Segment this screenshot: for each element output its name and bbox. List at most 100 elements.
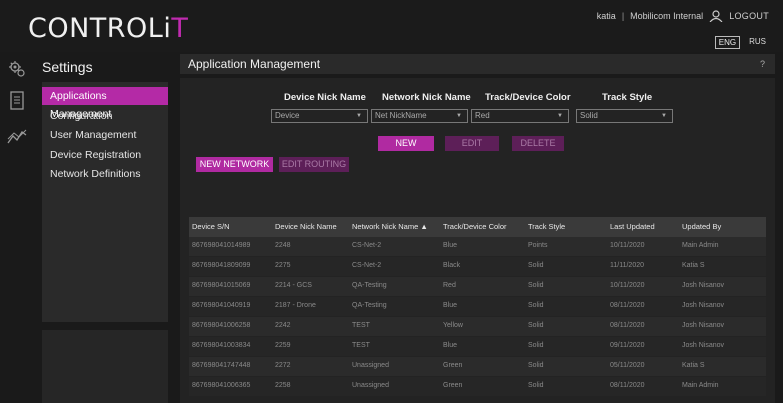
cell-device-nick-name: 2259 (275, 342, 291, 349)
gears-icon[interactable] (7, 59, 27, 79)
app-header: CONTROLiT katia | Mobilicom Internal LOG… (0, 0, 783, 52)
cell-device-sn: 867698041014989 (192, 242, 251, 249)
cell-updated-by: Katia S (682, 362, 705, 369)
cell-last-updated: 09/11/2020 (610, 342, 645, 349)
settings-sidebar: Settings Applications Management Configu… (36, 52, 169, 403)
table-row[interactable]: 867698041015069 2214 - GCS QA-Testing Red So… (189, 277, 766, 296)
track-device-color-select[interactable]: Red ▼ (471, 109, 569, 123)
cell-device-sn: 867698041006365 (192, 382, 251, 389)
user-area: katia | Mobilicom Internal LOGOUT (597, 10, 769, 23)
network-nick-name-select[interactable]: Net NickName ▼ (371, 109, 468, 123)
table-row[interactable]: 867698041006258 2242 TEST Yellow Solid 08/11/… (189, 317, 766, 336)
track-device-color-label: Track/Device Color (485, 92, 571, 103)
chevron-down-icon: ▼ (456, 113, 462, 119)
cell-track-style: Points (528, 242, 548, 249)
col-updated-by[interactable]: Updated By (682, 222, 721, 231)
cell-track-device-color: Blue (443, 242, 458, 249)
col-device-sn[interactable]: Device S/N (192, 222, 230, 231)
cell-last-updated: 11/11/2020 (610, 262, 644, 269)
track-style-label: Track Style (602, 92, 653, 103)
device-nick-name-value: Device (275, 111, 300, 120)
language-switcher: ENG RUS (714, 36, 769, 49)
chart-line-icon[interactable] (7, 127, 27, 147)
cell-track-style: Solid (528, 342, 544, 349)
main-panel: Application Management ? Device Nick Nam… (180, 52, 775, 403)
help-icon[interactable]: ? (760, 59, 765, 69)
cell-last-updated: 05/11/2020 (610, 362, 645, 369)
lang-eng[interactable]: ENG (714, 36, 741, 49)
sidebar-item-configuration[interactable]: Configuration (42, 107, 168, 125)
network-nick-name-value: Net NickName (375, 111, 427, 120)
cell-device-nick-name: 2275 (275, 262, 291, 269)
col-track-device-color[interactable]: Track/Device Color (443, 222, 507, 231)
icon-rail (0, 52, 34, 403)
cell-track-device-color: Green (443, 362, 463, 369)
table-row[interactable]: 867698041014989 2248 CS-Net-2 Blue Points 10/… (189, 237, 766, 256)
cell-network-nick-name: CS-Net-2 (352, 262, 382, 269)
cell-network-nick-name: CS-Net-2 (352, 242, 382, 249)
cell-track-device-color: Green (443, 382, 463, 389)
table-row[interactable]: 867698041809099 2275 CS-Net-2 Black Solid 11/… (189, 257, 766, 276)
lang-rus[interactable]: RUS (746, 36, 769, 49)
cell-device-sn: 867698041003834 (192, 342, 251, 349)
track-style-select[interactable]: Solid ▼ (576, 109, 673, 123)
cell-device-sn: 867698041006258 (192, 322, 251, 329)
logout-button[interactable]: LOGOUT (729, 11, 769, 21)
new-network-button[interactable]: NEW NETWORK (196, 157, 273, 172)
cell-updated-by: Josh Nisanov (682, 342, 725, 349)
cell-last-updated: 10/11/2020 (610, 282, 645, 289)
cell-track-style: Solid (528, 382, 544, 389)
organization-name: Mobilicom Internal (630, 11, 704, 21)
sidebar-item-user-management[interactable]: User Management (42, 126, 168, 144)
table-row[interactable]: 867698041040919 2187 - Drone QA-Testing Blu… (189, 297, 766, 316)
edit-button[interactable]: EDIT (445, 136, 499, 151)
cell-last-updated: 08/11/2020 (610, 322, 645, 329)
title-bar: Application Management ? (180, 54, 775, 74)
cell-track-device-color: Blue (443, 302, 458, 309)
page-title: Application Management (188, 57, 321, 71)
col-last-updated[interactable]: Last Updated (610, 222, 655, 231)
network-nick-name-label: Network Nick Name (382, 92, 471, 103)
table-row[interactable]: 867698041747448 2272 Unassigned Green Solid 0… (189, 357, 766, 376)
new-button[interactable]: NEW (378, 136, 434, 151)
cell-device-nick-name: 2258 (275, 382, 291, 389)
cell-track-style: Solid (528, 322, 544, 329)
document-icon[interactable] (7, 90, 27, 110)
delete-button[interactable]: DELETE (512, 136, 564, 151)
col-device-nick-name[interactable]: Device Nick Name (275, 222, 337, 231)
app-logo: CONTROLiT (28, 13, 189, 44)
col-track-style[interactable]: Track Style (528, 222, 565, 231)
cell-last-updated: 08/11/2020 (610, 302, 645, 309)
device-nick-name-select[interactable]: Device ▼ (271, 109, 368, 123)
cell-updated-by: Josh Nisanov (682, 302, 725, 309)
track-style-value: Solid (580, 111, 598, 120)
cell-updated-by: Katia S (682, 262, 705, 269)
cell-updated-by: Main Admin (682, 382, 719, 389)
table-row[interactable]: 867698041006365 2258 Unassigned Green Solid 0… (189, 377, 766, 396)
edit-routing-button[interactable]: EDIT ROUTING (279, 157, 349, 172)
cell-device-sn: 867698041040919 (192, 302, 251, 309)
table-row[interactable]: 867698041003834 2259 TEST Blue Solid 09/11/20… (189, 337, 766, 356)
cell-device-nick-name: 2214 - GCS (275, 282, 312, 289)
cell-device-sn: 867698041015069 (192, 282, 251, 289)
cell-track-style: Solid (528, 302, 544, 309)
cell-network-nick-name: Unassigned (352, 382, 389, 389)
sidebar-item-network-definitions[interactable]: Network Definitions (42, 165, 168, 183)
cell-track-style: Solid (528, 262, 544, 269)
cell-updated-by: Josh Nisanov (682, 282, 725, 289)
sidebar-lower-panel (42, 330, 168, 403)
cell-track-style: Solid (528, 282, 544, 289)
cell-network-nick-name: TEST (352, 322, 370, 329)
chevron-down-icon: ▼ (661, 113, 667, 119)
cell-track-device-color: Yellow (443, 322, 463, 329)
separator: | (621, 11, 625, 21)
sidebar-item-applications-management[interactable]: Applications Management (42, 87, 168, 120)
chevron-down-icon: ▼ (557, 113, 563, 119)
cell-last-updated: 08/11/2020 (610, 382, 645, 389)
cell-device-sn: 867698041809099 (192, 262, 251, 269)
cell-updated-by: Main Admin (682, 242, 719, 249)
user-icon[interactable] (709, 10, 723, 23)
col-network-nick-name[interactable]: Network Nick Name ▲ (352, 222, 428, 231)
sidebar-item-device-registration[interactable]: Device Registration (42, 146, 168, 164)
track-device-color-value: Red (475, 111, 490, 120)
